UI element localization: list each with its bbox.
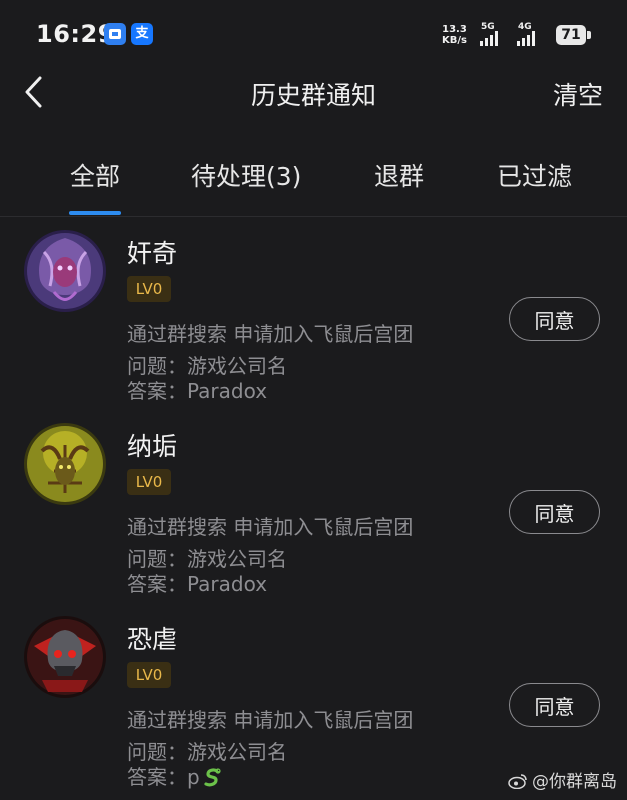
tab-filtered[interactable]: 已过滤 [497, 157, 572, 193]
watermark-text: @你群离岛 [532, 772, 617, 792]
weibo-icon [508, 774, 527, 789]
purple-demon-avatar-icon [24, 230, 106, 312]
message-app-icon [104, 23, 126, 45]
status-bar: 16:29 支 13.3 KB/s 5G 4G 71 [0, 0, 627, 72]
request-answer: 答案：Paradox [127, 379, 268, 403]
request-answer: 答案：Paradox [127, 572, 268, 596]
avatar[interactable] [24, 423, 106, 505]
request-source: 通过群搜索 申请加入飞鼠后宫团 [127, 515, 414, 539]
list-item[interactable]: 奸奇 LV0 通过群搜索 申请加入飞鼠后宫团 问题：游戏公司名 答案：Parad… [0, 220, 627, 410]
agree-button[interactable]: 同意 [509, 683, 600, 727]
snake-emoji-icon [204, 768, 221, 787]
request-source: 通过群搜索 申请加入飞鼠后宫团 [127, 708, 414, 732]
agree-button[interactable]: 同意 [509, 297, 600, 341]
red-skull-avatar-icon [24, 616, 106, 698]
tab-pending[interactable]: 待处理(3) [191, 157, 301, 193]
nickname: 恐虐 [127, 625, 178, 654]
signal-strength-icon [480, 31, 498, 46]
green-plague-avatar-icon [24, 423, 106, 505]
battery-icon: 71 [556, 25, 586, 45]
page-title: 历史群通知 [250, 81, 376, 110]
filter-tabs: 全部 待处理(3) 退群 已过滤 [0, 150, 627, 217]
nickname: 纳垢 [127, 432, 178, 461]
level-badge: LV0 [127, 276, 171, 302]
request-answer-text: 答案：p [127, 765, 200, 789]
weibo-watermark: @你群离岛 [508, 767, 617, 792]
navigation-header: 历史群通知 清空 [0, 72, 627, 114]
network-speed-value: 13.3 [442, 24, 467, 35]
request-answer: 答案：p [127, 761, 224, 790]
network-speed-unit: KB/s [442, 35, 467, 46]
level-badge: LV0 [127, 662, 171, 688]
signal-strength-icon [517, 31, 535, 46]
list-item[interactable]: 纳垢 LV0 通过群搜索 申请加入飞鼠后宫团 问题：游戏公司名 答案：Parad… [0, 413, 627, 603]
alipay-icon: 支 [131, 23, 153, 45]
avatar[interactable] [24, 616, 106, 698]
tab-all[interactable]: 全部 [70, 157, 120, 193]
request-source: 通过群搜索 申请加入飞鼠后宫团 [127, 322, 414, 346]
level-badge: LV0 [127, 469, 171, 495]
nickname: 奸奇 [127, 239, 178, 268]
battery-tip [587, 31, 591, 39]
agree-button[interactable]: 同意 [509, 490, 600, 534]
clear-button[interactable]: 清空 [553, 76, 603, 112]
network-speed: 13.3 KB/s [442, 24, 467, 46]
active-tab-indicator [69, 211, 121, 215]
tab-left-group[interactable]: 退群 [374, 157, 424, 193]
avatar[interactable] [24, 230, 106, 312]
